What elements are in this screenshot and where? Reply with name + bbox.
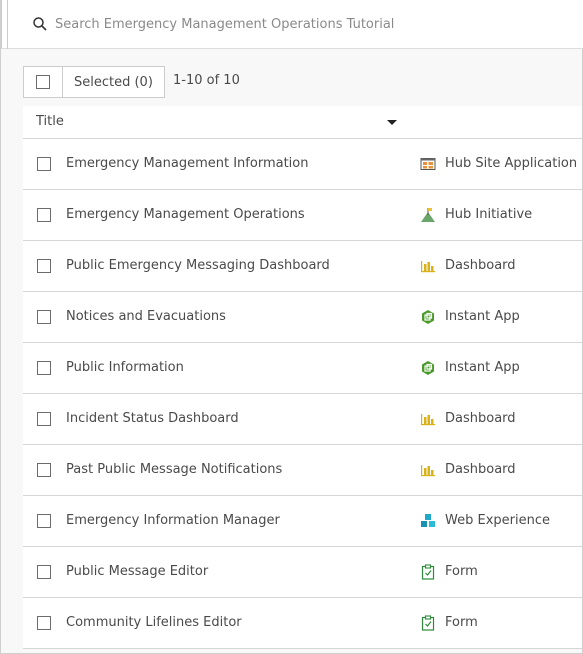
web-experience-icon <box>420 513 436 529</box>
search-input[interactable] <box>55 12 555 36</box>
item-title[interactable]: Emergency Information Manager <box>66 513 280 528</box>
table-row[interactable]: Emergency Management Operations Hub Initi… <box>23 190 582 241</box>
row-checkbox[interactable] <box>37 412 51 426</box>
item-type: Hub Initiative <box>445 207 533 222</box>
item-type: Form <box>445 564 478 579</box>
instant-app-icon <box>420 360 436 376</box>
row-checkbox[interactable] <box>37 463 51 477</box>
table-row[interactable]: Incident Status Dashboard Dashboard <box>23 394 582 445</box>
item-type: Hub Site Application <box>445 156 578 171</box>
item-type: Dashboard <box>445 411 516 426</box>
item-title[interactable]: Emergency Management Operations <box>66 207 305 222</box>
item-type: Dashboard <box>445 462 516 477</box>
row-checkbox[interactable] <box>37 565 51 579</box>
table-row[interactable]: Emergency Management Information Hub Site… <box>23 139 582 190</box>
hub-site-application-icon <box>420 156 436 172</box>
select-all-checkbox[interactable] <box>24 67 63 97</box>
item-title[interactable]: Past Public Message Notifications <box>66 462 282 477</box>
row-checkbox[interactable] <box>37 208 51 222</box>
item-title[interactable]: Public Emergency Messaging Dashboard <box>66 258 330 273</box>
form-icon <box>420 564 436 580</box>
selection-toolbar: Selected (0) <box>23 66 165 98</box>
item-title[interactable]: Emergency Management Information <box>66 156 308 171</box>
item-type: Dashboard <box>445 258 516 273</box>
row-checkbox[interactable] <box>37 157 51 171</box>
result-count: 1-10 of 10 <box>173 73 240 88</box>
selected-button[interactable]: Selected (0) <box>63 67 164 97</box>
item-title[interactable]: Community Lifelines Editor <box>66 615 242 630</box>
table-row[interactable]: Community Lifelines Editor Form <box>23 598 582 649</box>
item-title[interactable]: Public Information <box>66 360 184 375</box>
search-icon <box>33 17 47 31</box>
item-title[interactable]: Public Message Editor <box>66 564 208 579</box>
row-checkbox[interactable] <box>37 310 51 324</box>
dashboard-icon <box>420 411 436 427</box>
items-table: Title Emergency Management Information Hu… <box>23 106 582 649</box>
table-row[interactable]: Notices and Evacuations Instant App <box>23 292 582 343</box>
table-row[interactable]: Public Message Editor Form <box>23 547 582 598</box>
item-type: Instant App <box>445 360 520 375</box>
content-panel: Selected (0) 1-10 of 10 Title Emergency … <box>0 0 583 654</box>
column-title-header[interactable]: Title <box>36 114 64 129</box>
item-title[interactable]: Incident Status Dashboard <box>66 411 239 426</box>
row-checkbox[interactable] <box>37 616 51 630</box>
row-checkbox[interactable] <box>37 514 51 528</box>
item-type: Instant App <box>445 309 520 324</box>
instant-app-icon <box>420 309 436 325</box>
table-row[interactable]: Public Information Instant App <box>23 343 582 394</box>
table-header: Title <box>23 106 582 139</box>
sort-dropdown-icon[interactable] <box>387 120 397 125</box>
dashboard-icon <box>420 258 436 274</box>
item-type: Web Experience <box>445 513 550 528</box>
dashboard-icon <box>420 462 436 478</box>
row-checkbox[interactable] <box>37 361 51 375</box>
form-icon <box>420 615 436 631</box>
table-row[interactable]: Emergency Information Manager Web Experie… <box>23 496 582 547</box>
table-row[interactable]: Past Public Message Notifications Dashboa… <box>23 445 582 496</box>
hub-initiative-icon <box>420 207 436 223</box>
row-checkbox[interactable] <box>37 259 51 273</box>
table-row[interactable]: Public Emergency Messaging Dashboard Dash… <box>23 241 582 292</box>
search-bar <box>1 0 583 49</box>
item-title[interactable]: Notices and Evacuations <box>66 309 226 324</box>
item-type: Form <box>445 615 478 630</box>
